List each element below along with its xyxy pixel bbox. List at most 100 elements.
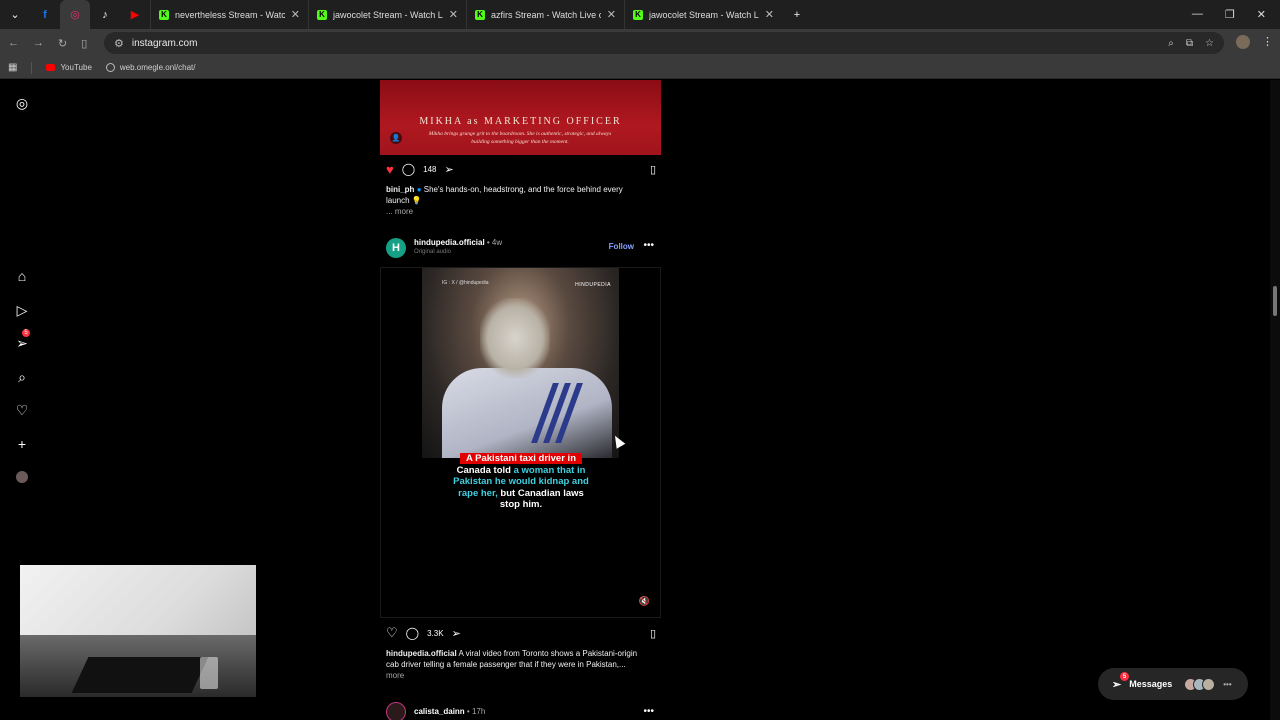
subtitle-line: A Pakistani taxi driver in bbox=[460, 453, 582, 464]
mute-icon[interactable]: 🔇 bbox=[639, 596, 650, 607]
post-caption: hindupedia.official A viral video from T… bbox=[386, 648, 646, 681]
scrollbar-thumb[interactable] bbox=[1273, 286, 1277, 316]
apps-grid-icon[interactable]: ▦ bbox=[8, 62, 17, 73]
kick-icon: K bbox=[317, 9, 327, 20]
comment-count: 148 bbox=[423, 164, 437, 174]
browser-tab[interactable]: K jawocolet Stream - Watch Live on Kick … bbox=[624, 0, 782, 29]
youtube-icon bbox=[46, 64, 56, 71]
search-icon[interactable]: ⌕ bbox=[12, 367, 32, 387]
tagged-user-icon[interactable]: 👤 bbox=[390, 132, 402, 144]
video-shirt bbox=[442, 368, 612, 458]
caption-username[interactable]: hindupedia.official bbox=[386, 649, 457, 658]
subtitle-line: rape her, bbox=[458, 487, 498, 499]
window-controls: — ❐ ✕ bbox=[1192, 8, 1280, 21]
close-icon[interactable]: ✕ bbox=[607, 8, 616, 21]
bookmark-label: YouTube bbox=[60, 63, 92, 72]
more-options-icon[interactable]: ••• bbox=[643, 240, 654, 251]
restore-icon[interactable]: ❐ bbox=[1225, 8, 1235, 21]
profile-avatar[interactable] bbox=[1236, 35, 1250, 49]
zoom-icon[interactable]: ⌕ bbox=[1168, 38, 1174, 49]
tab-youtube-icon[interactable]: ▶ bbox=[120, 0, 150, 29]
back-icon[interactable]: ← bbox=[8, 37, 19, 49]
subtitle-line: Pakistan he would kidnap and bbox=[453, 476, 589, 487]
post-header: H hindupedia.official • 4w Original audi… bbox=[386, 237, 658, 259]
reels-icon[interactable]: ▷ bbox=[12, 300, 32, 320]
bookmark-youtube[interactable]: YouTube bbox=[46, 63, 92, 72]
install-app-icon[interactable]: ⧉ bbox=[1186, 38, 1193, 49]
tab-search-dropdown[interactable]: ⌄ bbox=[0, 0, 30, 29]
tab-instagram-icon[interactable]: ◎ bbox=[60, 0, 90, 29]
globe-icon bbox=[105, 63, 115, 72]
address-bar[interactable]: ⚙ instagram.com ⌕ ⧉ ☆ bbox=[104, 32, 1224, 54]
post-caption: bini_ph ● She's hands-on, headstrong, an… bbox=[386, 184, 646, 217]
reload-icon[interactable]: ↻ bbox=[58, 37, 67, 50]
liked-heart-icon[interactable]: ♥ bbox=[386, 162, 394, 177]
comment-count: 3.3K bbox=[427, 628, 444, 638]
subtitle-line: stop him. bbox=[499, 499, 543, 510]
close-window-icon[interactable]: ✕ bbox=[1257, 8, 1266, 21]
message-avatars bbox=[1184, 677, 1216, 691]
video-frame: IG : X / @hindupedia HINDUPEDIA bbox=[422, 268, 619, 458]
save-bookmark-icon[interactable]: ▯ bbox=[650, 627, 656, 640]
caption-more-link[interactable]: ... more bbox=[386, 206, 646, 217]
post-time: • 4w bbox=[486, 238, 503, 247]
close-icon[interactable]: ✕ bbox=[449, 8, 458, 21]
comment-icon[interactable]: ◯ bbox=[406, 626, 419, 640]
follow-button[interactable]: Follow bbox=[609, 242, 634, 251]
direct-icon[interactable]: ➢ 5 bbox=[12, 329, 32, 353]
kick-icon: K bbox=[633, 9, 643, 20]
browser-tab[interactable]: K azfirs Stream - Watch Live on Kick ✕ bbox=[466, 0, 624, 29]
subtitle-line: Canada told bbox=[456, 464, 511, 476]
more-options-icon[interactable]: ••• bbox=[643, 706, 654, 717]
bookmark-omegle[interactable]: web.omegle.onl/chat/ bbox=[105, 63, 196, 72]
post-image[interactable]: MIKHA as MARKETING OFFICER Mikha brings … bbox=[380, 80, 661, 155]
sidebar-toggle-icon[interactable]: ▯ bbox=[81, 37, 87, 50]
like-heart-icon[interactable]: ♡ bbox=[386, 625, 398, 641]
messages-label: Messages bbox=[1129, 679, 1173, 689]
bookmark-star-icon[interactable]: ☆ bbox=[1205, 38, 1214, 49]
notifications-icon[interactable]: ♡ bbox=[12, 400, 32, 420]
post-header: calista_dainn • 17h ••• bbox=[386, 702, 658, 720]
share-icon[interactable]: ➢ bbox=[445, 163, 454, 176]
username-text[interactable]: hindupedia.official bbox=[414, 238, 485, 247]
share-icon[interactable]: ➢ bbox=[452, 627, 461, 640]
scrollbar[interactable] bbox=[1270, 80, 1280, 720]
new-tab-button[interactable]: + bbox=[782, 0, 812, 29]
video-watermark-left: IG : X / @hindupedia bbox=[442, 280, 489, 286]
browser-tab[interactable]: K jawocolet Stream - Watch Live on Kick … bbox=[308, 0, 466, 29]
browser-tab[interactable]: K nevertheless Stream - Watch Live on Ki… bbox=[150, 0, 308, 29]
minimize-icon[interactable]: — bbox=[1192, 8, 1203, 21]
address-url[interactable]: instagram.com bbox=[132, 38, 198, 49]
create-icon[interactable]: + bbox=[12, 434, 32, 454]
save-bookmark-icon[interactable]: ▯ bbox=[650, 163, 656, 176]
tab-tiktok-icon[interactable]: ♪ bbox=[90, 0, 120, 29]
site-info-icon[interactable]: ⚙ bbox=[114, 37, 124, 50]
tab-facebook-icon[interactable]: f bbox=[30, 0, 60, 29]
direct-badge: 5 bbox=[22, 329, 30, 337]
instagram-logo-icon[interactable]: ◎ bbox=[12, 93, 32, 113]
bookmarks-bar: ▦ YouTube web.omegle.onl/chat/ bbox=[0, 57, 1280, 79]
audio-label[interactable]: Original audio bbox=[414, 249, 451, 255]
browser-toolbar: ← → ↻ ▯ ⚙ instagram.com ⌕ ⧉ ☆ ⋮ bbox=[0, 29, 1280, 57]
avatar[interactable] bbox=[386, 702, 406, 720]
kick-icon: K bbox=[475, 9, 485, 20]
messages-button[interactable]: ➢ 5 Messages ••• bbox=[1098, 668, 1248, 700]
home-icon[interactable]: ⌂ bbox=[12, 266, 32, 286]
video-face bbox=[480, 298, 550, 378]
avatar[interactable]: H bbox=[386, 238, 406, 258]
caption-more-link[interactable]: more bbox=[386, 670, 646, 681]
close-icon[interactable]: ✕ bbox=[291, 8, 300, 21]
close-icon[interactable]: ✕ bbox=[765, 8, 774, 21]
comment-icon[interactable]: ◯ bbox=[402, 162, 415, 176]
forward-icon[interactable]: → bbox=[33, 37, 44, 49]
profile-icon[interactable] bbox=[12, 467, 32, 487]
tab-title: jawocolet Stream - Watch Live on Kick bbox=[333, 9, 443, 20]
username-text[interactable]: calista_dainn bbox=[414, 707, 465, 716]
post-username[interactable]: calista_dainn • 17h bbox=[414, 707, 485, 716]
video-subtitle: A Pakistani taxi driver in Canada told a… bbox=[436, 453, 606, 511]
browser-tab-bar: ⌄ f ◎ ♪ ▶ K nevertheless Stream - Watch … bbox=[0, 0, 1280, 29]
menu-kebab-icon[interactable]: ⋮ bbox=[1262, 35, 1273, 48]
messages-badge: 5 bbox=[1120, 672, 1129, 681]
caption-username[interactable]: bini_ph bbox=[386, 185, 414, 194]
post-username[interactable]: hindupedia.official • 4w bbox=[414, 238, 502, 247]
